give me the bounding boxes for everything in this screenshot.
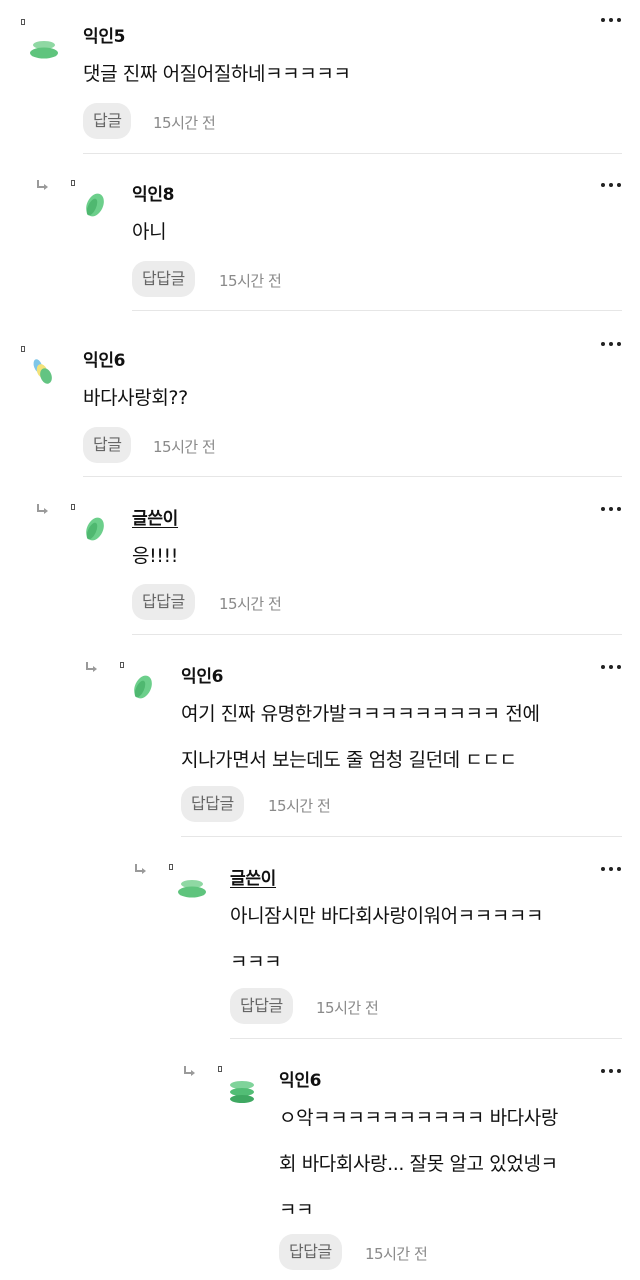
comment-marker-icon: [218, 1066, 222, 1072]
reply-arrow-icon: [134, 862, 148, 876]
divider: [83, 476, 622, 477]
comment-marker-icon: [120, 662, 124, 668]
reply-arrow-icon: [36, 502, 50, 516]
avatar: [78, 188, 114, 224]
comment-time: 15시간 전: [153, 114, 216, 132]
more-options-icon[interactable]: [600, 505, 622, 513]
avatar: [224, 1074, 260, 1110]
reply-button[interactable]: 답답글: [279, 1234, 342, 1270]
comment-text: 회 바다회사랑... 잘못 알고 있었넹ㅋ: [279, 1153, 558, 1175]
more-options-icon[interactable]: [600, 16, 622, 24]
divider: [181, 836, 622, 837]
divider: [83, 153, 622, 154]
comment-text: 여기 진짜 유명한가발ㅋㅋㅋㅋㅋㅋㅋㅋㅋ 전에: [181, 703, 540, 725]
reply-arrow-icon: [36, 178, 50, 192]
comment-marker-icon: [71, 180, 75, 186]
comment-text: 아니잠시만 바다회사랑이워어ㅋㅋㅋㅋㅋ: [230, 905, 544, 927]
comment-marker-icon: [71, 504, 75, 510]
comment-time: 15시간 전: [219, 272, 282, 290]
avatar: [78, 512, 114, 548]
reply-button[interactable]: 답글: [83, 427, 132, 463]
reply-arrow-icon: [85, 660, 99, 674]
comment-author[interactable]: 익인6: [181, 662, 224, 687]
avatar: [27, 32, 63, 68]
more-options-icon[interactable]: [600, 1067, 622, 1075]
more-options-icon[interactable]: [600, 340, 622, 348]
comment-text: 아니: [132, 221, 167, 243]
comment-author[interactable]: 익인6: [83, 346, 126, 371]
comment-marker-icon: [21, 19, 25, 25]
avatar: [126, 670, 162, 706]
comment-text: 댓글 진짜 어질어질하네ㅋㅋㅋㅋㅋ: [83, 63, 351, 85]
reply-button[interactable]: 답답글: [132, 261, 195, 297]
comment-text: ㅇ악ㅋㅋㅋㅋㅋㅋㅋㅋㅋㅋ 바다사랑: [279, 1107, 558, 1129]
comment-time: 15시간 전: [153, 438, 216, 456]
comment-text: ㅋㅋㅋ: [230, 951, 282, 973]
more-options-icon[interactable]: [600, 865, 622, 873]
avatar: [175, 872, 211, 908]
comment-author[interactable]: 글쓴이: [132, 504, 178, 529]
reply-button[interactable]: 답답글: [181, 786, 244, 822]
comment-marker-icon: [169, 864, 173, 870]
avatar: [27, 356, 63, 392]
comment-text: 지나가면서 보는데도 줄 엄청 길던데 ㄷㄷㄷ: [181, 749, 517, 771]
reply-button[interactable]: 답글: [83, 103, 132, 139]
more-options-icon[interactable]: [600, 181, 622, 189]
comment-author[interactable]: 익인6: [279, 1066, 322, 1091]
reply-button[interactable]: 답답글: [132, 584, 195, 620]
more-options-icon[interactable]: [600, 663, 622, 671]
divider: [132, 310, 622, 311]
comment-time: 15시간 전: [219, 595, 282, 613]
comment-author[interactable]: 글쓴이: [230, 864, 276, 889]
comment-text: ㅋㅋ: [279, 1199, 314, 1221]
comment-text: 바다사랑회??: [83, 387, 188, 409]
comment-marker-icon: [21, 346, 25, 352]
reply-arrow-icon: [183, 1064, 197, 1078]
comment-time: 15시간 전: [316, 999, 379, 1017]
comment-author[interactable]: 익인5: [83, 22, 126, 47]
divider: [132, 634, 622, 635]
comment-time: 15시간 전: [365, 1245, 428, 1263]
reply-button[interactable]: 답답글: [230, 988, 293, 1024]
comment-time: 15시간 전: [268, 797, 331, 815]
comment-text: 응!!!!: [132, 545, 178, 567]
divider: [230, 1038, 622, 1039]
comment-author[interactable]: 익인8: [132, 180, 175, 205]
